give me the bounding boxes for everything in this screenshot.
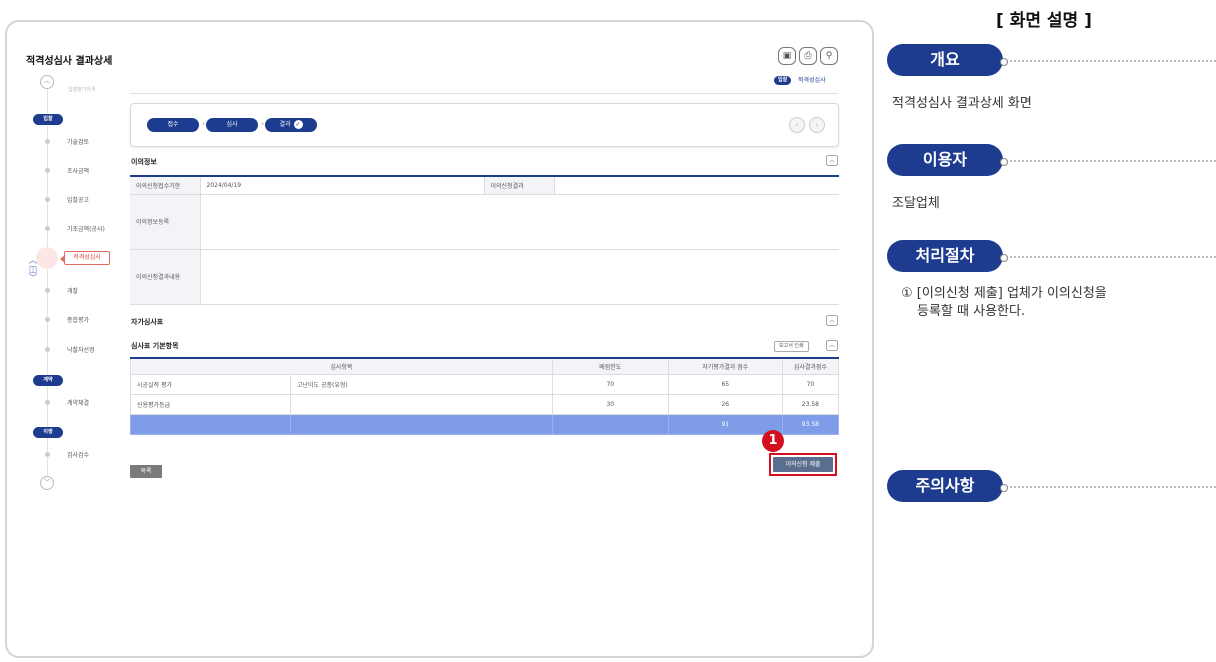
review-item: 신용평가등급	[130, 393, 291, 415]
step-dot-icon	[45, 452, 50, 457]
column-header: 배점한도	[551, 357, 669, 375]
zoom-icon[interactable]: ⚲	[820, 47, 838, 65]
prev-icon[interactable]: ‹	[789, 117, 805, 133]
objection-result-label: 이의신청결과	[484, 176, 555, 195]
objection-table: 이의신청접수기한 2024/04/19 이의신청결과 이의정보등록 이의신청결과…	[130, 175, 839, 305]
print-report-button[interactable]: 보고서 인쇄	[774, 341, 809, 352]
caution-label: 주의사항	[887, 470, 1003, 502]
review-self-score: 65	[667, 373, 783, 395]
step-dot-icon	[45, 168, 50, 173]
panel-title: [ 화면 설명 ]	[996, 11, 1092, 31]
table-total-row: 91 93.58	[130, 413, 840, 435]
review-result-score: 70	[781, 373, 840, 395]
total-self-score: 91	[667, 413, 783, 435]
objection-result-content-label: 이의신청결과내용	[130, 249, 201, 305]
divider	[130, 93, 838, 94]
objection-result-value	[554, 176, 839, 195]
group-badge-bid: 입찰	[33, 114, 63, 125]
biz-badge: 입찰	[774, 76, 792, 85]
stepper-item[interactable]: 검사검수	[45, 448, 245, 460]
objection-section-title: 이의정보	[131, 158, 157, 166]
progress-step-review: 심사	[206, 118, 258, 132]
overview-label: 개요	[887, 44, 1003, 76]
step-dot-icon	[45, 139, 50, 144]
submit-highlight: 이의신청 제출	[769, 453, 837, 476]
check-icon: ✓	[293, 120, 303, 129]
doc-icon[interactable]: ▣	[778, 47, 796, 65]
review-self-score: 26	[667, 393, 783, 415]
group-badge-contract: 계약	[33, 375, 63, 386]
review-table: 심사항목 배점한도 자기평가결과 점수 심사결과점수 시공실적 평가 고난이도 …	[130, 357, 840, 435]
self-review-title: 자가심사표	[131, 318, 164, 326]
step-dot-icon	[45, 288, 50, 293]
collapse-icon[interactable]: ︿	[826, 340, 838, 351]
table-row: 신용평가등급 30 26 23.58	[130, 393, 840, 415]
process-label: 처리절차	[887, 240, 1003, 272]
chevron-right-icon: ›	[202, 119, 206, 128]
table-row: 시공실적 평가 고난이도 공종(유형) 70 65 70	[130, 373, 840, 395]
table-row: 이의정보등록	[130, 194, 839, 250]
dotted-leader	[1000, 158, 1216, 166]
stepper-down-icon[interactable]: ﹀	[40, 476, 54, 490]
table-header-row: 심사항목 배점한도 자기평가결과 점수 심사결과점수	[130, 357, 840, 375]
column-header: 심사결과점수	[781, 357, 840, 375]
process-text-2: 등록할 때 사용한다.	[917, 304, 1026, 319]
dotted-leader	[1000, 58, 1216, 66]
callout-marker: 1	[762, 430, 784, 452]
objection-deadline-value: 2024/04/19	[200, 176, 485, 195]
review-limit: 30	[551, 393, 669, 415]
review-result-score: 23.58	[781, 393, 840, 415]
collapse-icon[interactable]: ︿	[826, 315, 838, 326]
stepper-item-active[interactable]: 적격성심사	[60, 251, 110, 265]
stepper-up-icon[interactable]: ︿	[40, 75, 54, 89]
step-dot-icon	[45, 400, 50, 405]
toolbar: ▣ ⎙ ⚲	[778, 47, 838, 65]
page-title: 적격성심사 결과상세	[26, 56, 113, 67]
next-icon[interactable]: ›	[809, 117, 825, 133]
list-button[interactable]: 목록	[130, 465, 162, 478]
progress-step-result: 결과 ✓	[265, 118, 317, 132]
dotted-leader	[1000, 484, 1216, 492]
overview-text: 적격성심사 결과상세 화면	[892, 96, 1032, 111]
review-basic-title: 심사표 기본항목	[131, 342, 179, 350]
scroll-mouse-icon: ︿ ◫ ﹀	[28, 256, 38, 284]
active-step-glow	[36, 247, 58, 269]
review-item: 시공실적 평가	[130, 373, 291, 395]
stepper-ghost-step: 입찰참가자격	[68, 87, 96, 93]
step-dot-icon	[45, 317, 50, 322]
chevron-right-icon: ›	[261, 119, 265, 128]
objection-result-content-field[interactable]	[200, 249, 839, 305]
objection-info-label: 이의정보등록	[130, 194, 201, 250]
total-result-score: 93.58	[781, 413, 840, 435]
step-dot-icon	[45, 226, 50, 231]
table-row: 이의신청결과내용	[130, 249, 839, 305]
collapse-icon[interactable]: ︿	[826, 155, 838, 166]
process-text: ① [이의신청 제출] 업체가 이의신청을	[901, 286, 1107, 301]
step-dot-icon	[45, 347, 50, 352]
column-header: 자기평가결과 점수	[667, 357, 783, 375]
user-label: 이용자	[887, 144, 1003, 176]
objection-info-field[interactable]	[200, 194, 839, 250]
review-subitem: 고난이도 공종(유형)	[290, 373, 553, 395]
total-cell	[290, 413, 553, 435]
user-text: 조달업체	[892, 196, 940, 211]
review-subitem	[290, 393, 553, 415]
table-row: 이의신청접수기한 2024/04/19 이의신청결과	[130, 176, 839, 195]
group-badge-perform: 이행	[33, 427, 63, 438]
biz-name: 적격성심사	[798, 77, 826, 84]
objection-deadline-label: 이의신청접수기한	[130, 176, 201, 195]
dotted-leader	[1000, 254, 1216, 262]
total-cell	[551, 413, 669, 435]
total-cell	[130, 413, 291, 435]
submit-objection-button[interactable]: 이의신청 제출	[773, 457, 833, 472]
step-dot-icon	[45, 197, 50, 202]
review-limit: 70	[551, 373, 669, 395]
print-icon[interactable]: ⎙	[799, 47, 817, 65]
progress-tracker: 접수 › 심사 › 결과 ✓ ‹ ›	[130, 103, 839, 147]
column-header: 심사항목	[130, 357, 553, 375]
progress-step-receive: 접수	[147, 118, 199, 132]
